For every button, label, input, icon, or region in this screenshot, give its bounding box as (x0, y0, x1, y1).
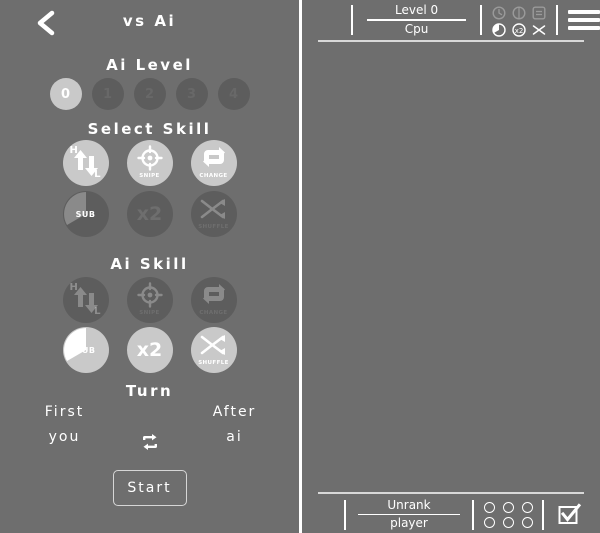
snipe-icon (127, 277, 173, 323)
turn-first-value: you (48, 429, 81, 445)
change-icon (532, 5, 546, 20)
skill-label: SHUFFLE (198, 360, 229, 366)
x2-icon: x2 (512, 22, 526, 37)
ai-skill-hl-arrows-button[interactable]: H L (62, 277, 109, 323)
ai-skill-x2-button[interactable]: x2 (126, 327, 173, 373)
shuffle-icon (191, 327, 237, 373)
skill-shuffle-button[interactable]: SHUFFLE (190, 191, 237, 237)
skill-slot[interactable] (502, 516, 514, 528)
turn-heading: Turn (125, 382, 174, 400)
top-status-bar: Level 0 Cpu x2 (302, 0, 600, 40)
x2-icon: x2 (136, 338, 163, 361)
ai-level-option-2[interactable]: 2 (133, 78, 166, 110)
ai-level-selector: 0 1 2 3 4 (0, 78, 299, 110)
skill-label: CHANGE (199, 310, 228, 316)
skill-x2-button[interactable]: x2 (126, 191, 173, 237)
select-skill-row-1: H L SNIPE CHANGE (0, 140, 299, 186)
ai-skill-row-2: SUB x2 SHUFFLE (0, 327, 299, 373)
snipe-icon (127, 140, 173, 186)
hl-high-letter: H (69, 282, 78, 293)
bar-separator-right-bottom (542, 499, 544, 530)
ai-skill-heading: Ai Skill (110, 255, 189, 273)
level-value: Level 0 (394, 3, 439, 18)
bottom-divider (318, 492, 584, 494)
ai-skill-shuffle-button[interactable]: SHUFFLE (190, 327, 237, 373)
turn-selector: First you After ai (0, 400, 299, 456)
start-button[interactable]: Start (112, 470, 187, 506)
hl-letters: H L (63, 277, 109, 323)
skill-slot[interactable] (483, 516, 495, 528)
turn-after-label: After (212, 404, 257, 420)
game-screen: vs Ai Ai Level 0 1 2 3 4 Select Skill H (0, 0, 600, 533)
game-board-panel: Level 0 Cpu x2 Unrank player (302, 0, 600, 533)
skill-slot[interactable] (502, 501, 514, 513)
shuffle-icon (191, 191, 237, 237)
skill-slot[interactable] (521, 516, 533, 528)
skill-snipe-button[interactable]: SNIPE (126, 140, 173, 186)
opponent-name: Cpu (404, 21, 429, 36)
skill-slot[interactable] (521, 501, 533, 513)
select-skill-heading: Select Skill (87, 120, 212, 138)
skill-label: SNIPE (139, 173, 160, 179)
bar-separator-mid (479, 5, 482, 35)
hl-high-letter: H (69, 145, 78, 156)
clock-icon (492, 5, 506, 20)
x2-icon: x2 (136, 202, 163, 225)
skill-label: SNIPE (139, 310, 160, 316)
level-indicator: Level 0 Cpu (363, 3, 469, 37)
skill-label: SUB (75, 345, 96, 355)
player-name: player (390, 516, 428, 531)
swap-icon[interactable] (133, 400, 167, 456)
skill-sub-button[interactable]: SUB (62, 191, 109, 237)
svg-text:x2: x2 (514, 27, 523, 35)
target-icon (512, 5, 526, 20)
top-divider (318, 40, 584, 42)
ai-level-option-3[interactable]: 3 (175, 78, 208, 110)
bar-separator-mid-bottom (472, 499, 474, 530)
shuffle-icon (532, 22, 546, 36)
ai-skill-snipe-button[interactable]: SNIPE (126, 277, 173, 323)
hamburger-menu-icon[interactable] (567, 10, 600, 30)
change-icon (191, 140, 237, 186)
skill-status-icons: x2 (490, 4, 548, 37)
pie-sub-icon (492, 22, 506, 37)
hl-low-letter: L (94, 306, 101, 317)
ai-level-option-4[interactable]: 4 (217, 78, 250, 110)
skill-slot[interactable] (483, 501, 495, 513)
ai-level-heading: Ai Level (106, 56, 193, 74)
skill-hl-arrows-button[interactable]: H L (62, 140, 109, 186)
vs-ai-setup-panel: vs Ai Ai Level 0 1 2 3 4 Select Skill H (0, 0, 299, 533)
hl-low-letter: L (94, 169, 101, 180)
select-skill-row-2: SUB x2 SHUFFLE (0, 191, 299, 237)
page-title: vs Ai (122, 12, 177, 30)
ai-skill-row-1: H L SNIPE CHANGE (0, 277, 299, 323)
skill-label: CHANGE (199, 173, 228, 179)
level-underline (367, 19, 466, 21)
turn-first-option[interactable]: First you (19, 400, 111, 450)
rank-value: Unrank (387, 497, 431, 512)
ai-level-option-0[interactable]: 0 (49, 78, 82, 110)
rank-indicator: Unrank player (354, 498, 464, 532)
ai-skill-change-button[interactable]: CHANGE (190, 277, 237, 323)
player-skill-slots (482, 501, 534, 529)
skill-label: SHUFFLE (198, 224, 229, 230)
ai-level-option-1[interactable]: 1 (91, 78, 124, 110)
turn-after-option[interactable]: After ai (189, 400, 281, 450)
turn-after-value: ai (226, 429, 243, 445)
bar-separator-left-bottom (344, 499, 346, 530)
bar-separator-right (555, 5, 558, 35)
bottom-status-bar: Unrank player (302, 496, 600, 533)
change-icon (191, 277, 237, 323)
rank-underline (358, 513, 460, 516)
skill-change-button[interactable]: CHANGE (190, 140, 237, 186)
checkbox-checked-icon[interactable] (554, 501, 584, 529)
hl-letters: H L (63, 140, 109, 186)
bar-separator-left (351, 5, 354, 35)
turn-first-label: First (44, 404, 85, 420)
ai-skill-sub-button[interactable]: SUB (62, 327, 109, 373)
skill-label: SUB (75, 209, 96, 219)
